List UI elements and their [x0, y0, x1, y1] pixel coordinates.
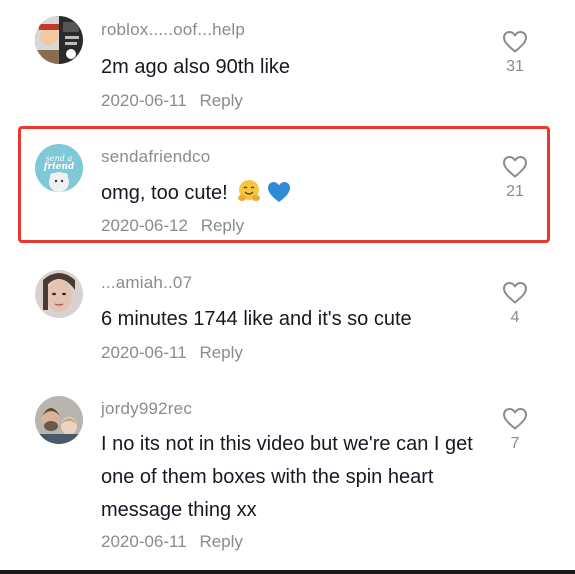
username[interactable]: roblox.....oof...help: [101, 20, 245, 40]
avatar[interactable]: [35, 396, 83, 444]
like-button[interactable]: 4: [496, 281, 534, 327]
bottom-divider: [0, 570, 575, 574]
comment-date: 2020-06-11: [101, 532, 187, 551]
comment-text: 6 minutes 1744 like and it's so cute: [101, 308, 412, 330]
reply-button[interactable]: Reply: [199, 343, 242, 362]
comment-meta: 2020-06-11 Reply: [101, 532, 243, 552]
sendafriend-logo-icon: send a friend: [35, 144, 83, 192]
svg-text:friend: friend: [43, 162, 75, 172]
username[interactable]: sendafriendco: [101, 147, 210, 167]
username[interactable]: jordy992rec: [101, 399, 192, 419]
username[interactable]: ...amiah..07: [101, 273, 192, 293]
like-button[interactable]: 31: [496, 30, 534, 76]
reply-button[interactable]: Reply: [199, 532, 242, 551]
heart-icon[interactable]: [502, 155, 528, 179]
heart-icon[interactable]: [502, 30, 528, 54]
comment-date: 2020-06-12: [101, 216, 188, 235]
avatar[interactable]: [35, 270, 83, 318]
blue-heart-emoji-icon: [267, 182, 290, 202]
comment-date: 2020-06-11: [101, 91, 187, 110]
comment-date: 2020-06-11: [101, 343, 187, 362]
avatar[interactable]: [35, 16, 83, 64]
roblox-avatar-icon: [35, 16, 83, 64]
like-button[interactable]: 7: [496, 407, 534, 453]
like-count: 21: [506, 183, 524, 200]
comment-text: I no its not in this video but we're can…: [101, 433, 473, 521]
avatar[interactable]: send a friend: [35, 144, 83, 192]
user-photo-icon: [35, 396, 83, 444]
comment-meta: 2020-06-11 Reply: [101, 343, 243, 363]
hugging-face-emoji-icon: [238, 180, 261, 201]
reply-button[interactable]: Reply: [199, 91, 242, 110]
like-count: 4: [510, 309, 520, 326]
like-count: 7: [510, 435, 520, 452]
comment-meta: 2020-06-12 Reply: [101, 216, 244, 236]
heart-icon[interactable]: [502, 407, 528, 431]
like-button[interactable]: 21: [496, 155, 534, 201]
comment-text: 2m ago also 90th like: [101, 56, 291, 78]
user-photo-icon: [35, 270, 83, 318]
comment-meta: 2020-06-11 Reply: [101, 91, 243, 111]
comment-text: omg, too cute!: [101, 177, 480, 209]
heart-icon[interactable]: [502, 281, 528, 305]
reply-button[interactable]: Reply: [201, 216, 244, 235]
like-count: 31: [506, 58, 524, 75]
comment-text-content: omg, too cute!: [101, 182, 228, 204]
